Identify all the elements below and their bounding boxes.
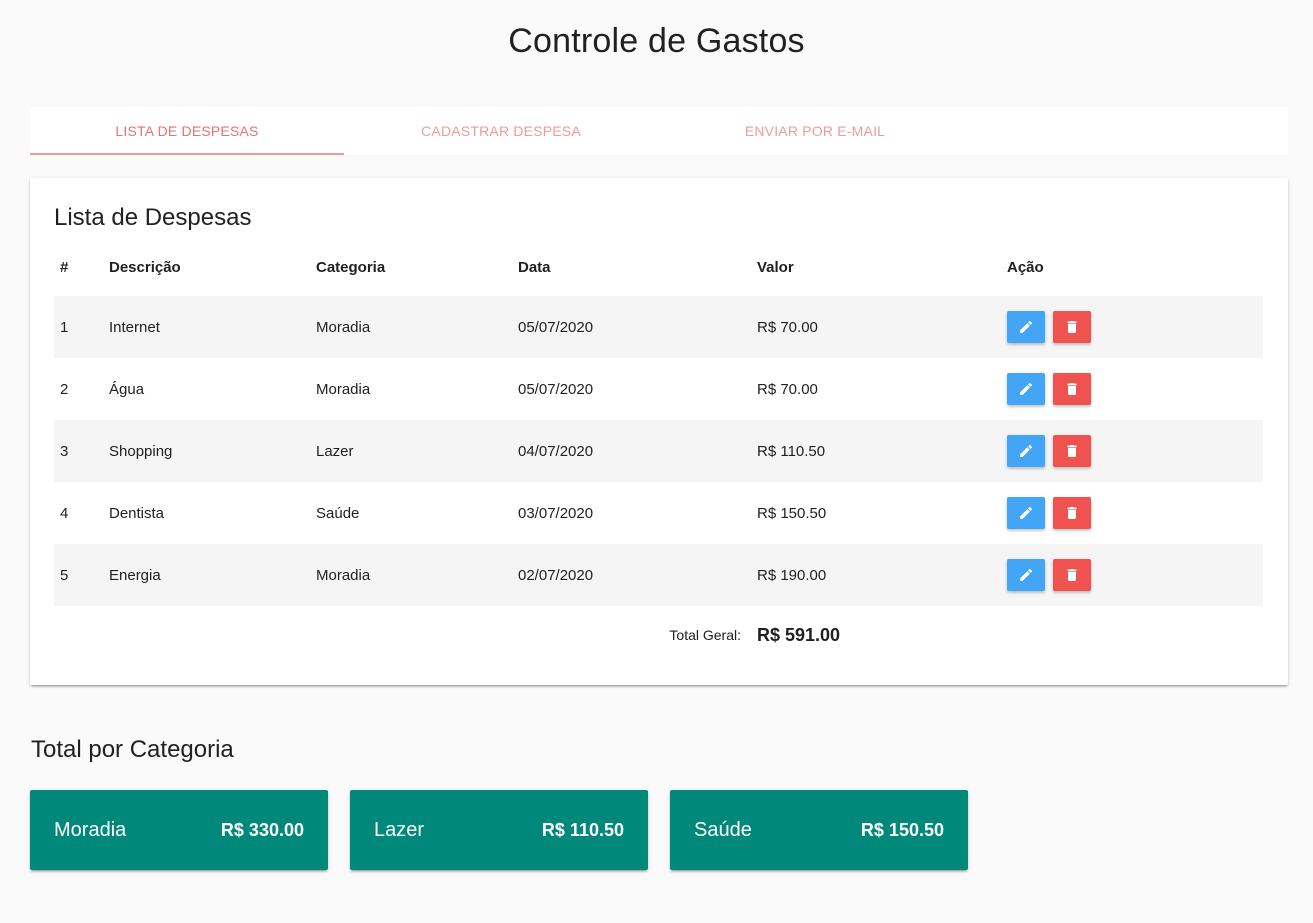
category-value: R$ 110.50 [541, 819, 624, 840]
delete-button[interactable] [1053, 497, 1091, 529]
trash-icon [1067, 445, 1077, 457]
row-value: R$ 70.00 [757, 318, 818, 336]
row-actions [1001, 358, 1263, 420]
table-row: 1 Internet Moradia 05/07/2020 R$ 70.00 [54, 296, 1263, 358]
table-row: 5 Energia Moradia 02/07/2020 R$ 190.00 [54, 544, 1263, 606]
row-description: Energia [109, 566, 161, 584]
row-value: R$ 110.50 [757, 442, 826, 460]
pencil-icon [1020, 506, 1033, 519]
header-description: Descrição [109, 258, 181, 276]
row-date: 02/07/2020 [518, 566, 594, 584]
row-actions [1001, 296, 1263, 358]
pencil-icon [1020, 320, 1033, 333]
pencil-icon [1020, 444, 1033, 457]
edit-button[interactable] [1007, 435, 1045, 467]
expense-list-card: Lista de Despesas # Descrição Categoria … [30, 178, 1288, 685]
row-date: 04/07/2020 [518, 442, 594, 460]
row-value: R$ 70.00 [757, 380, 818, 398]
edit-button[interactable] [1007, 559, 1045, 591]
row-description: Shopping [109, 442, 173, 460]
row-value: R$ 150.50 [757, 504, 827, 522]
row-category: Moradia [316, 318, 371, 336]
category-cards: Moradia R$ 330.00 Lazer R$ 110.50 Saúde … [30, 790, 990, 870]
tab-cadastrar-despesa[interactable]: CADASTRAR DESPESA [344, 107, 658, 155]
row-description: Dentista [109, 504, 165, 522]
edit-button[interactable] [1007, 311, 1045, 343]
pencil-icon [1020, 382, 1033, 395]
table-header-row: # Descrição Categoria Data Valor Ação [54, 238, 1263, 296]
table-row: 3 Shopping Lazer 04/07/2020 R$ 110.50 [54, 420, 1263, 482]
row-number: 2 [60, 380, 69, 398]
header-action: Ação [1007, 258, 1044, 276]
category-value: R$ 150.50 [860, 819, 944, 840]
total-row: Total Geral: R$ 591.00 [54, 606, 1263, 664]
total-empty-cell [1001, 606, 1263, 664]
delete-button[interactable] [1053, 435, 1091, 467]
category-name: Moradia [54, 818, 127, 841]
row-value: R$ 190.00 [757, 566, 827, 584]
header-value: Valor [757, 258, 794, 276]
card-title: Lista de Despesas [54, 204, 252, 231]
header-number: # [60, 258, 69, 276]
table-row: 2 Água Moradia 05/07/2020 R$ 70.00 [54, 358, 1263, 420]
header-category: Categoria [316, 258, 386, 276]
delete-button[interactable] [1053, 559, 1091, 591]
row-category: Lazer [316, 442, 354, 460]
tab-enviar-por-email[interactable]: ENVIAR POR E-MAIL [658, 107, 972, 155]
total-value: R$ 591.00 [751, 606, 1001, 664]
page-title: Controle de Gastos [508, 22, 805, 60]
category-value: R$ 330.00 [220, 819, 304, 840]
row-actions [1001, 420, 1263, 482]
row-date: 05/07/2020 [518, 380, 594, 398]
tab-lista-de-despesas[interactable]: LISTA DE DESPESAS [30, 107, 344, 155]
category-card-lazer: Lazer R$ 110.50 [350, 790, 648, 870]
trash-icon [1067, 321, 1077, 333]
total-label: Total Geral: [54, 606, 751, 664]
expense-table: # Descrição Categoria Data Valor Ação 1 … [54, 238, 1263, 664]
pencil-icon [1020, 568, 1033, 581]
row-date: 05/07/2020 [518, 318, 594, 336]
row-number: 1 [60, 318, 69, 336]
edit-button[interactable] [1007, 497, 1045, 529]
row-description: Internet [109, 318, 160, 336]
category-name: Saúde [694, 818, 752, 841]
row-category: Saúde [316, 504, 360, 522]
row-actions [1001, 544, 1263, 606]
trash-icon [1067, 507, 1077, 519]
trash-icon [1067, 383, 1077, 395]
tab-bar: LISTA DE DESPESAS CADASTRAR DESPESA ENVI… [30, 107, 1288, 155]
category-section-title: Total por Categoria [31, 736, 234, 763]
category-card-moradia: Moradia R$ 330.00 [30, 790, 328, 870]
row-number: 3 [60, 442, 69, 460]
edit-button[interactable] [1007, 373, 1045, 405]
row-category: Moradia [316, 380, 371, 398]
row-number: 5 [60, 566, 69, 584]
delete-button[interactable] [1053, 311, 1091, 343]
row-actions [1001, 482, 1263, 544]
delete-button[interactable] [1053, 373, 1091, 405]
header-date: Data [518, 258, 551, 276]
row-date: 03/07/2020 [518, 504, 594, 522]
category-name: Lazer [374, 818, 425, 841]
trash-icon [1067, 569, 1077, 581]
row-number: 4 [60, 504, 69, 522]
table-row: 4 Dentista Saúde 03/07/2020 R$ 150.50 [54, 482, 1263, 544]
row-description: Água [109, 380, 145, 398]
row-category: Moradia [316, 566, 371, 584]
category-card-saude: Saúde R$ 150.50 [670, 790, 968, 870]
